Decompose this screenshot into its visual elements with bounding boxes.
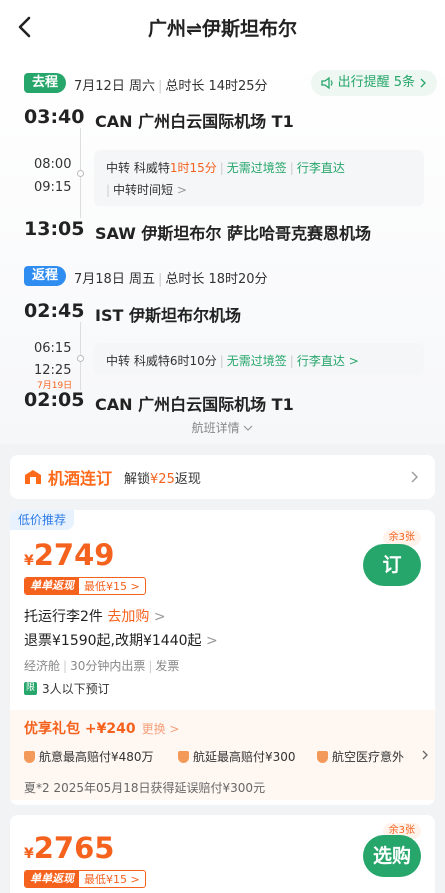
return-dep-mid: 12:25 [34,363,72,378]
chevron-down-icon [243,425,253,431]
no-visa-badge: 无需过境签 [226,161,287,175]
chevron-right-icon: > [205,633,218,649]
chevron-right-icon: > [153,609,166,625]
gift-change-link[interactable]: 更换 > [142,722,180,736]
gift-footnote: 夏*2 2025年05月18日获得延误赔付¥300元 [24,781,266,795]
chevron-right-icon [411,471,418,483]
short-transfer-note: 中转时间短 [113,183,174,197]
remind-button[interactable]: 出行提醒 5条 [310,70,437,96]
select-button[interactable]: 选购 [363,835,421,877]
outbound-arr-airport: SAW 伊斯坦布尔 萨比哈哥克赛恩机场 [95,224,371,243]
baggage-direct-badge: 行李直达 [296,354,345,368]
return-duration: 总时长 18时20分 [165,272,268,287]
cabin-info: 经济舱 | 30分钟内出票 | 发票 [24,659,180,673]
shield-icon [24,750,35,763]
outbound-date: 7月12日 周六 [74,79,155,94]
transfer-duration: 1时15分 [169,161,217,175]
insurance-item-3: 航空医疗意外 [317,748,404,765]
flight-details-link[interactable]: 航班详情 [0,419,445,436]
outbound-dep-time: 03:40 [24,106,85,128]
booking-limit: 限 3人以下预订 [24,682,110,696]
add-baggage-link[interactable]: 去加购 [107,609,149,625]
no-visa-badge: 无需过境签 [226,354,287,368]
return-dep-time: 02:45 [24,300,85,322]
return-transfer-box[interactable]: 中转 科威特6时10分 | 无需过境签 | 行李直达 > [94,343,424,375]
outbound-transfer-box[interactable]: 中转 科威特1时15分 | 无需过境签 | 行李直达 | 中转时间短 > [94,150,424,206]
chevron-right-icon: > [348,354,359,368]
page-title: 广州⇌伊斯坦布尔 [148,18,297,40]
baggage-direct-badge: 行李直达 [296,161,345,175]
return-dep-airport: IST 伊斯坦布尔机场 [95,306,241,325]
gift-title: 优享礼包 +¥240 [24,721,136,737]
chevron-right-icon [420,78,426,88]
fare-price: ¥2765 [24,831,115,865]
insurance-item-2: 航延最高赔付¥300 [178,748,296,765]
fare-card-2[interactable]: ¥2765 单单返现 最低¥15 > 余3张 选购 [10,815,435,893]
shield-icon [178,750,189,763]
outbound-duration: 总时长 14时25分 [165,79,268,94]
outbound-tag: 去程 [24,73,66,93]
fare-price: ¥2749 [24,538,115,572]
speaker-icon [320,77,333,89]
hotel-bundle-brand: 机酒连订 [48,469,113,488]
outbound-arr-time: 13:05 [24,218,85,240]
hotel-bundle-banner[interactable]: 机酒连订 解锁¥25返现 [10,455,435,499]
outbound-meta: 7月12日 周六 | 总时长 14时25分 [74,79,268,94]
remind-label: 出行提醒 5条 [337,75,415,90]
return-meta: 7月18日 周五 | 总时长 18时20分 [74,272,268,287]
rebate-badge[interactable]: 单单返现 最低¥15 > [24,577,146,595]
flight-details-label: 航班详情 [191,421,240,435]
gift-package[interactable]: 优享礼包 +¥240 更换 > 航意最高赔付¥480万 航延最高赔付¥300 航空… [10,710,435,800]
header: 广州⇌伊斯坦布尔 [0,0,445,56]
outbound-arr-mid: 08:00 [34,157,72,172]
rebate-badge[interactable]: 单单返现 最低¥15 > [24,870,146,888]
return-transfer-dot [77,355,84,362]
return-arr-time: 02:05 [24,389,85,411]
limit-icon: 限 [24,682,37,695]
return-arr-airport: CAN 广州白云国际机场 T1 [95,395,294,414]
low-price-tag: 低价推荐 [10,510,75,530]
baggage-line: 托运行李2件 去加购 > [24,609,166,625]
refund-line[interactable]: 退票¥1590起,改期¥1440起 > [24,630,218,650]
return-date: 7月18日 周五 [74,272,155,287]
outbound-transfer-dot [77,170,84,177]
outbound-dep-mid: 09:15 [34,180,72,195]
hotel-icon [25,470,41,484]
hotel-bundle-text: 解锁¥25返现 [124,471,201,487]
return-tag: 返程 [24,266,66,286]
transfer-city: 中转 科威特 [106,161,170,175]
chevron-right-icon [422,750,428,760]
return-transfer-text: 中转 科威特6时10分 [106,354,217,368]
chevron-right-icon: > [176,183,187,197]
outbound-dep-airport: CAN 广州白云国际机场 T1 [95,112,294,131]
book-button[interactable]: 订 [363,544,421,586]
return-arr-mid: 06:15 [34,341,72,356]
fare-card-1[interactable]: 低价推荐 ¥2749 单单返现 最低¥15 > 余3张 订 托运行李2件 去加购 … [10,510,435,805]
shield-icon [317,750,328,763]
insurance-item-1: 航意最高赔付¥480万 [24,748,154,765]
